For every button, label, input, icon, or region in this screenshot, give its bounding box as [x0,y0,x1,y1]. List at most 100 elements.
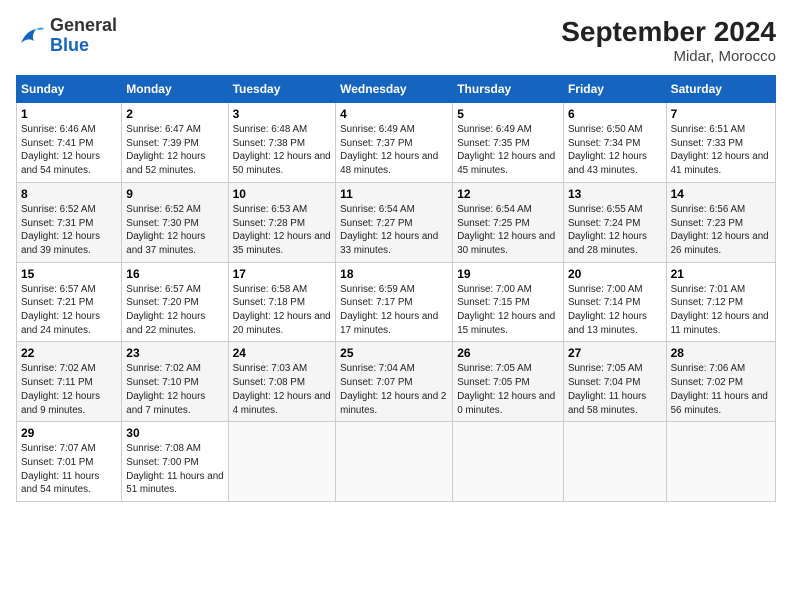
calendar-cell: 7 Sunrise: 6:51 AMSunset: 7:33 PMDaylight… [666,103,775,183]
day-info: Sunrise: 6:58 AMSunset: 7:18 PMDaylight:… [233,283,332,338]
calendar-cell [336,422,453,502]
day-info: Sunrise: 6:57 AMSunset: 7:21 PMDaylight:… [21,283,117,338]
day-number: 28 [671,346,771,360]
logo: General Blue [16,16,117,56]
calendar-cell: 13 Sunrise: 6:55 AMSunset: 7:24 PMDayligh… [563,182,666,262]
calendar-cell: 10Sunrise: 6:53 AMSunset: 7:28 PMDayligh… [228,182,336,262]
day-number: 2 [126,107,223,121]
calendar-cell: 6 Sunrise: 6:50 AMSunset: 7:34 PMDaylight… [563,103,666,183]
day-info: Sunrise: 7:00 AMSunset: 7:14 PMDaylight:… [568,283,662,338]
calendar-cell [228,422,336,502]
day-number: 20 [568,267,662,281]
day-number: 5 [457,107,559,121]
calendar-cell: 5 Sunrise: 6:49 AMSunset: 7:35 PMDaylight… [453,103,564,183]
calendar-cell: 4 Sunrise: 6:49 AMSunset: 7:37 PMDaylight… [336,103,453,183]
calendar-header-row: SundayMondayTuesdayWednesdayThursdayFrid… [17,76,776,103]
calendar-cell: 16 Sunrise: 6:57 AMSunset: 7:20 PMDayligh… [122,262,228,342]
day-info: Sunrise: 7:01 AMSunset: 7:12 PMDaylight:… [671,283,771,338]
day-info: Sunrise: 6:54 AMSunset: 7:25 PMDaylight:… [457,203,559,258]
calendar-cell: 18 Sunrise: 6:59 AMSunset: 7:17 PMDayligh… [336,262,453,342]
calendar-cell: 29 Sunrise: 7:07 AMSunset: 7:01 PMDayligh… [17,422,122,502]
day-number: 15 [21,267,117,281]
day-number: 26 [457,346,559,360]
day-number: 1 [21,107,117,121]
day-info: Sunrise: 6:47 AMSunset: 7:39 PMDaylight:… [126,123,223,178]
day-number: 12 [457,187,559,201]
calendar-header-wednesday: Wednesday [336,76,453,103]
calendar-week-1: 1 Sunrise: 6:46 AMSunset: 7:41 PMDaylight… [17,103,776,183]
calendar-cell: 15 Sunrise: 6:57 AMSunset: 7:21 PMDayligh… [17,262,122,342]
calendar-header-thursday: Thursday [453,76,564,103]
calendar-cell: 23 Sunrise: 7:02 AMSunset: 7:10 PMDayligh… [122,342,228,422]
calendar-table: SundayMondayTuesdayWednesdayThursdayFrid… [16,75,776,502]
day-number: 24 [233,346,332,360]
day-info: Sunrise: 7:02 AMSunset: 7:10 PMDaylight:… [126,362,223,417]
calendar-week-2: 8 Sunrise: 6:52 AMSunset: 7:31 PMDaylight… [17,182,776,262]
day-info: Sunrise: 6:52 AMSunset: 7:31 PMDaylight:… [21,203,117,258]
calendar-cell: 2 Sunrise: 6:47 AMSunset: 7:39 PMDaylight… [122,103,228,183]
calendar-cell [453,422,564,502]
page-header: General Blue September 2024 Midar, Moroc… [16,16,776,65]
calendar-cell: 20 Sunrise: 7:00 AMSunset: 7:14 PMDayligh… [563,262,666,342]
day-number: 3 [233,107,332,121]
day-info: Sunrise: 7:07 AMSunset: 7:01 PMDaylight:… [21,442,117,497]
day-number: 17 [233,267,332,281]
day-number: 16 [126,267,223,281]
calendar-header-friday: Friday [563,76,666,103]
day-number: 29 [21,426,117,440]
day-number: 22 [21,346,117,360]
logo-text: General Blue [50,16,117,56]
day-info: Sunrise: 6:46 AMSunset: 7:41 PMDaylight:… [21,123,117,178]
day-number: 23 [126,346,223,360]
calendar-cell: 17 Sunrise: 6:58 AMSunset: 7:18 PMDayligh… [228,262,336,342]
day-number: 6 [568,107,662,121]
day-info: Sunrise: 7:02 AMSunset: 7:11 PMDaylight:… [21,362,117,417]
calendar-cell: 1 Sunrise: 6:46 AMSunset: 7:41 PMDaylight… [17,103,122,183]
day-info: Sunrise: 6:54 AMSunset: 7:27 PMDaylight:… [340,203,448,258]
calendar-header-tuesday: Tuesday [228,76,336,103]
day-number: 11 [340,187,448,201]
day-info: Sunrise: 6:48 AMSunset: 7:38 PMDaylight:… [233,123,332,178]
day-number: 8 [21,187,117,201]
day-info: Sunrise: 6:55 AMSunset: 7:24 PMDaylight:… [568,203,662,258]
calendar-cell: 22 Sunrise: 7:02 AMSunset: 7:11 PMDayligh… [17,342,122,422]
day-info: Sunrise: 6:57 AMSunset: 7:20 PMDaylight:… [126,283,223,338]
day-info: Sunrise: 7:03 AMSunset: 7:08 PMDaylight:… [233,362,332,417]
day-number: 19 [457,267,559,281]
calendar-cell: 25Sunrise: 7:04 AMSunset: 7:07 PMDayligh… [336,342,453,422]
day-info: Sunrise: 6:51 AMSunset: 7:33 PMDaylight:… [671,123,771,178]
calendar-cell: 14Sunrise: 6:56 AMSunset: 7:23 PMDayligh… [666,182,775,262]
day-info: Sunrise: 7:04 AMSunset: 7:07 PMDaylight:… [340,362,448,417]
day-info: Sunrise: 6:49 AMSunset: 7:37 PMDaylight:… [340,123,448,178]
day-number: 4 [340,107,448,121]
calendar-week-3: 15 Sunrise: 6:57 AMSunset: 7:21 PMDayligh… [17,262,776,342]
calendar-cell: 24 Sunrise: 7:03 AMSunset: 7:08 PMDayligh… [228,342,336,422]
day-number: 10 [233,187,332,201]
calendar-cell: 26 Sunrise: 7:05 AMSunset: 7:05 PMDayligh… [453,342,564,422]
day-info: Sunrise: 7:00 AMSunset: 7:15 PMDaylight:… [457,283,559,338]
calendar-week-4: 22 Sunrise: 7:02 AMSunset: 7:11 PMDayligh… [17,342,776,422]
logo-icon [16,21,46,51]
day-info: Sunrise: 7:05 AMSunset: 7:04 PMDaylight:… [568,362,662,417]
day-number: 30 [126,426,223,440]
page-subtitle: Midar, Morocco [561,48,776,65]
day-info: Sunrise: 6:50 AMSunset: 7:34 PMDaylight:… [568,123,662,178]
day-number: 21 [671,267,771,281]
calendar-cell: 30 Sunrise: 7:08 AMSunset: 7:00 PMDayligh… [122,422,228,502]
day-number: 13 [568,187,662,201]
calendar-cell: 28Sunrise: 7:06 AMSunset: 7:02 PMDayligh… [666,342,775,422]
calendar-header-sunday: Sunday [17,76,122,103]
day-info: Sunrise: 6:49 AMSunset: 7:35 PMDaylight:… [457,123,559,178]
day-info: Sunrise: 7:05 AMSunset: 7:05 PMDaylight:… [457,362,559,417]
day-info: Sunrise: 7:08 AMSunset: 7:00 PMDaylight:… [126,442,223,497]
title-block: September 2024 Midar, Morocco [561,16,776,65]
calendar-cell: 3 Sunrise: 6:48 AMSunset: 7:38 PMDaylight… [228,103,336,183]
day-number: 7 [671,107,771,121]
calendar-cell: 11 Sunrise: 6:54 AMSunset: 7:27 PMDayligh… [336,182,453,262]
calendar-header-saturday: Saturday [666,76,775,103]
day-number: 18 [340,267,448,281]
day-info: Sunrise: 6:52 AMSunset: 7:30 PMDaylight:… [126,203,223,258]
day-info: Sunrise: 6:56 AMSunset: 7:23 PMDaylight:… [671,203,771,258]
day-info: Sunrise: 6:59 AMSunset: 7:17 PMDaylight:… [340,283,448,338]
day-number: 9 [126,187,223,201]
